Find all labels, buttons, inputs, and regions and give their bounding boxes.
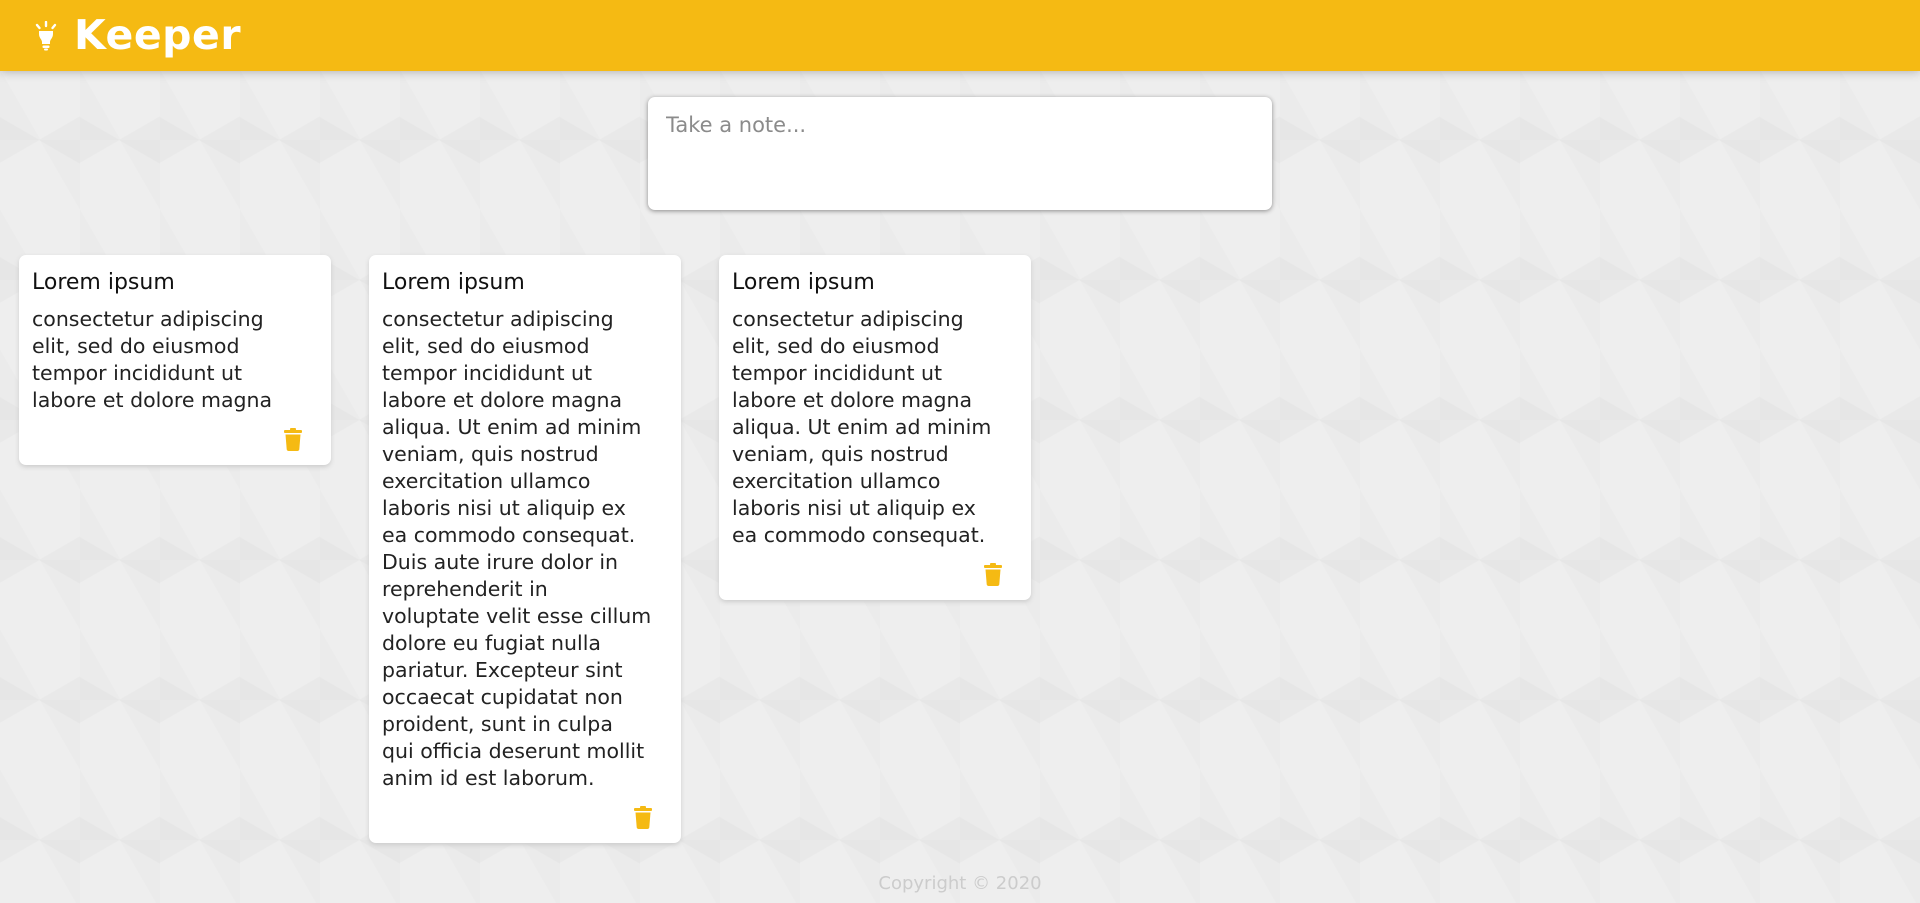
delete-note-button[interactable] [382,805,668,829]
note-card: Lorem ipsum consectetur adipiscing elit,… [19,255,331,465]
lightbulb-icon [32,20,60,52]
note-title: Lorem ipsum [32,270,175,295]
trash-icon [984,562,1002,586]
app-title: Keeper [74,11,242,59]
trash-icon [634,805,652,829]
note-title: Lorem ipsum [732,270,875,295]
note-card: Lorem ipsum consectetur adipiscing elit,… [719,255,1031,600]
note-input[interactable] [666,113,1254,194]
create-note-form [648,97,1272,210]
note-content: consectetur adipiscing elit, sed do eius… [32,306,273,412]
trash-icon [284,427,302,451]
delete-note-button[interactable] [32,427,318,451]
note-content: consectetur adipiscing elit, sed do eius… [732,306,992,547]
copyright-text: Copyright © 2020 [878,873,1042,894]
note-content: consectetur adipiscing elit, sed do eius… [382,306,652,790]
footer: Copyright © 2020 [0,873,1920,894]
note-title: Lorem ipsum [382,270,525,295]
app-header: Keeper [0,0,1920,71]
delete-note-button[interactable] [732,562,1018,586]
note-card: Lorem ipsum consectetur adipiscing elit,… [369,255,681,843]
